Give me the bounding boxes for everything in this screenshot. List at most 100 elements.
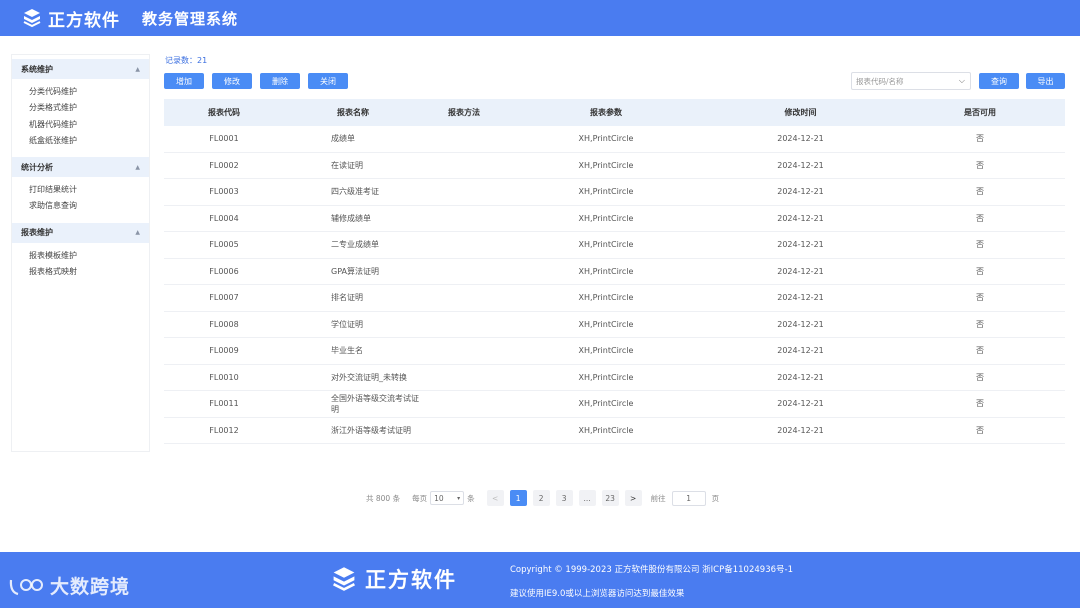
caret-down-icon: ▾ xyxy=(457,494,461,502)
goto-label: 前往 xyxy=(650,493,666,503)
sidebar-item[interactable]: 纸盒纸张维护 xyxy=(29,133,149,149)
sidebar-item[interactable]: 分类代码维护 xyxy=(29,84,149,100)
pagination-total: 共 800 条 xyxy=(366,493,401,503)
sidebar-item[interactable]: 报表格式映射 xyxy=(29,264,149,280)
sidebar-item[interactable]: 报表模板维护 xyxy=(29,248,149,264)
top-header: 正方软件 教务管理系统 xyxy=(0,0,1080,36)
table-cell: 否 xyxy=(976,160,984,170)
table-cell: FL0005 xyxy=(209,240,239,250)
table-cell: 辅修成绩单 xyxy=(331,213,371,223)
table-cell: 否 xyxy=(976,240,984,250)
footer-brand-logo: 正方软件 xyxy=(331,564,457,594)
add-button[interactable]: 增加 xyxy=(164,73,204,89)
table-cell: 对外交流证明_未转换 xyxy=(331,372,407,382)
logo-cube-icon xyxy=(333,567,355,591)
sidebar-group-title: 统计分析 xyxy=(21,162,53,172)
table-cell: 学位证明 xyxy=(331,319,363,329)
report-table: 报表代码 报表名称 报表方法 报表参数 修改时间 是否可用 FL0001 成绩单 XH,Pri… xyxy=(164,99,1065,444)
table-row[interactable]: FL0001 成绩单 XH,PrintCircle 2024-12-21 否 xyxy=(164,126,1065,153)
table-cell: 否 xyxy=(976,346,984,356)
brand-logo[interactable]: 正方软件 xyxy=(22,6,120,31)
delete-button[interactable]: 删除 xyxy=(260,73,300,89)
sidebar-item[interactable]: 分类格式维护 xyxy=(29,100,149,116)
table-row[interactable]: FL0005 二专业成绩单 XH,PrintCircle 2024-12-21 否 xyxy=(164,232,1065,259)
table-cell: 毕业生名 xyxy=(331,346,363,356)
caret-up-icon: ▲ xyxy=(135,65,140,73)
table-row[interactable]: FL0004 辅修成绩单 XH,PrintCircle 2024-12-21 否 xyxy=(164,206,1065,232)
query-button[interactable]: 查询 xyxy=(979,73,1019,89)
sidebar: 系统维护 ▲ 分类代码维护 分类格式维护 机器代码维护 纸盒纸张维护统计分析 ▲ 打印结果统计… xyxy=(11,54,150,452)
table-row[interactable]: FL0011 全国外语等级交流考试证明 XH,PrintCircle 2024-12-… xyxy=(164,391,1065,418)
sidebar-group-title: 报表维护 xyxy=(21,228,53,238)
watermark-logo-icon xyxy=(9,578,43,595)
table-cell: XH,PrintCircle xyxy=(578,160,634,170)
brand-name: 正方软件 xyxy=(48,10,120,31)
table-row[interactable]: FL0008 学位证明 XH,PrintCircle 2024-12-21 否 xyxy=(164,312,1065,338)
table-cell: 在读证明 xyxy=(331,160,363,170)
page-button[interactable]: 1 xyxy=(509,490,527,506)
export-button[interactable]: 导出 xyxy=(1026,73,1065,89)
page-button[interactable]: ... xyxy=(578,490,596,506)
table-row[interactable]: FL0002 在读证明 XH,PrintCircle 2024-12-21 否 xyxy=(164,153,1065,179)
sidebar-group: 报表维护 ▲ 报表模板维护 报表格式映射 xyxy=(12,222,149,285)
search-select[interactable]: 报表代码/名称 ⌵ xyxy=(851,72,971,90)
sidebar-group-header[interactable]: 报表维护 ▲ xyxy=(12,222,149,243)
table-cell: 2024-12-21 xyxy=(777,293,824,303)
table-cell: 否 xyxy=(976,372,984,382)
table-cell: FL0012 xyxy=(209,425,239,435)
footer: 大数跨境 正方软件 Copyright © 1999-2023 正方软件股份有限… xyxy=(0,552,1080,608)
table-row[interactable]: FL0010 对外交流证明_未转换 XH,PrintCircle 2024-12-21… xyxy=(164,365,1065,391)
edit-button[interactable]: 修改 xyxy=(212,73,252,89)
table-cell: GPA算法证明 xyxy=(331,266,379,276)
table-cell: 2024-12-21 xyxy=(777,134,824,144)
table-row[interactable]: FL0012 浙江外语等级考试证明 XH,PrintCircle 2024-12-21… xyxy=(164,418,1065,444)
table-row[interactable]: FL0006 GPA算法证明 XH,PrintCircle 2024-12-21 否 xyxy=(164,259,1065,285)
table-cell: FL0009 xyxy=(209,346,239,356)
table-cell: XH,PrintCircle xyxy=(578,213,634,223)
sidebar-group-header[interactable]: 系统维护 ▲ xyxy=(12,59,149,79)
footer-brand-name: 正方软件 xyxy=(365,568,457,592)
table-cell: FL0003 xyxy=(209,187,239,197)
page-button[interactable]: 3 xyxy=(555,490,573,506)
table-cell: 排名证明 xyxy=(331,293,363,303)
next-page-button[interactable]: > xyxy=(624,490,642,506)
table-cell: 二专业成绩单 xyxy=(331,240,379,250)
table-cell: 2024-12-21 xyxy=(777,399,824,409)
caret-up-icon: ▲ xyxy=(135,163,140,171)
page-list: 1 2 3... 23 xyxy=(509,490,625,506)
per-page-select[interactable]: 10 ▾ xyxy=(430,491,465,505)
page-button[interactable]: 23 xyxy=(601,490,619,506)
per-page-label: 每页 xyxy=(412,493,428,503)
sidebar-item[interactable]: 求助信息查询 xyxy=(29,198,149,214)
table-cell: XH,PrintCircle xyxy=(578,319,634,329)
chevron-down-icon: ⌵ xyxy=(958,76,965,85)
prev-page-button[interactable]: < xyxy=(486,490,504,506)
browser-suggestion: 建议使用IE9.0或以上浏览器访问达到最佳效果 xyxy=(510,589,685,599)
sidebar-group-header[interactable]: 统计分析 ▲ xyxy=(12,157,149,178)
search-placeholder: 报表代码/名称 xyxy=(856,76,904,86)
table-cell: FL0002 xyxy=(209,160,239,170)
table-row[interactable]: FL0007 排名证明 XH,PrintCircle 2024-12-21 否 xyxy=(164,285,1065,312)
table-cell: 四六级准考证 xyxy=(331,187,379,197)
table-cell: 2024-12-21 xyxy=(777,160,824,170)
table-cell: XH,PrintCircle xyxy=(578,187,634,197)
close-button[interactable]: 关闭 xyxy=(308,73,348,89)
table-row[interactable]: FL0009 毕业生名 XH,PrintCircle 2024-12-21 否 xyxy=(164,338,1065,365)
pagination: 共 800 条 每页 10 ▾ 条 < 1 2 3... 23 > 前往 1 页 xyxy=(366,490,719,506)
page-button[interactable]: 2 xyxy=(532,490,550,506)
table-cell: 否 xyxy=(976,319,984,329)
per-page-value: 10 xyxy=(434,493,444,503)
system-title: 教务管理系统 xyxy=(142,9,239,28)
table-cell: 否 xyxy=(976,187,984,197)
goto-page-input[interactable]: 1 xyxy=(671,490,706,506)
table-row[interactable]: FL0003 四六级准考证 XH,PrintCircle 2024-12-21 否 xyxy=(164,179,1065,206)
sidebar-item[interactable]: 机器代码维护 xyxy=(29,117,149,133)
table-cell: FL0011 xyxy=(209,399,239,409)
sidebar-item[interactable]: 打印结果统计 xyxy=(29,182,149,198)
per-page-unit: 条 xyxy=(467,493,475,503)
table-cell: FL0010 xyxy=(209,372,239,382)
table-cell: 2024-12-21 xyxy=(777,240,824,250)
watermark: 大数跨境 xyxy=(8,572,130,599)
goto-unit: 页 xyxy=(711,493,720,503)
table-cell: 否 xyxy=(976,213,984,223)
